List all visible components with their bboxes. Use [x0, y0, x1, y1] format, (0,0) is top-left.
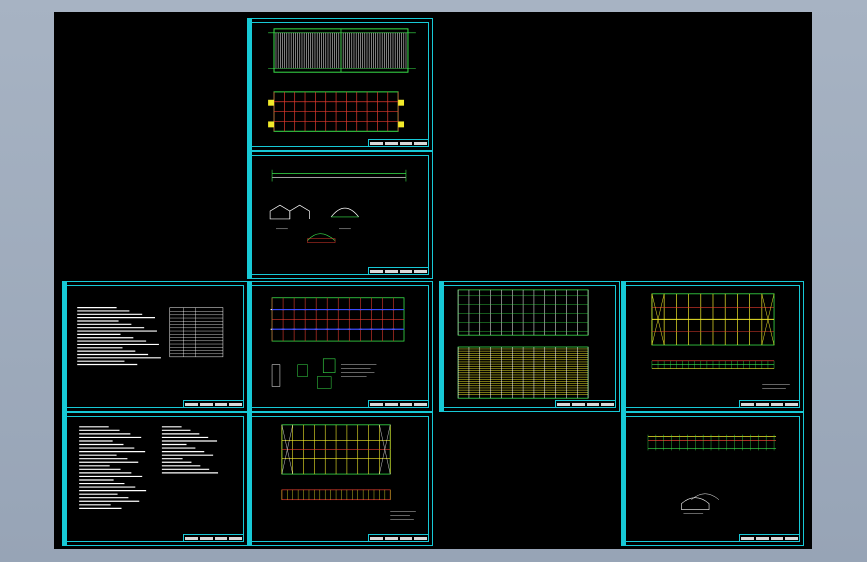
notes-table-drawing — [77, 307, 224, 366]
wall-bracing-drawing — [281, 424, 416, 520]
elevations-drawing — [269, 169, 407, 243]
drawing-sheet-elevations[interactable] — [247, 151, 433, 279]
drawing-canvas[interactable] — [54, 12, 812, 549]
drawing-sheet-notes-table[interactable] — [62, 281, 248, 412]
roof-plan-drawing — [268, 28, 416, 132]
bracing-drawing — [651, 293, 790, 389]
drawing-sheet-general-notes[interactable] — [62, 412, 248, 546]
drawing-sheet-roof-plan[interactable] — [247, 18, 433, 151]
general-notes-drawing — [79, 426, 219, 509]
drawing-sheet-foundation[interactable] — [247, 281, 433, 412]
title-block — [368, 534, 428, 541]
title-block — [368, 139, 428, 146]
title-block — [368, 267, 428, 274]
drawing-sheet-bracing[interactable] — [621, 281, 804, 412]
drawing-sheet-purlins[interactable] — [439, 281, 620, 412]
foundation-drawing — [270, 297, 405, 389]
title-block — [183, 400, 243, 407]
title-block — [555, 400, 615, 407]
title-block — [368, 400, 428, 407]
purlin-drawing — [457, 289, 589, 399]
title-block — [183, 534, 243, 541]
side-elevation-drawing — [647, 434, 777, 514]
drawing-sheet-side-elevation[interactable] — [621, 412, 804, 546]
title-block — [739, 534, 799, 541]
drawing-sheet-wall-bracing[interactable] — [247, 412, 433, 546]
title-block — [739, 400, 799, 407]
